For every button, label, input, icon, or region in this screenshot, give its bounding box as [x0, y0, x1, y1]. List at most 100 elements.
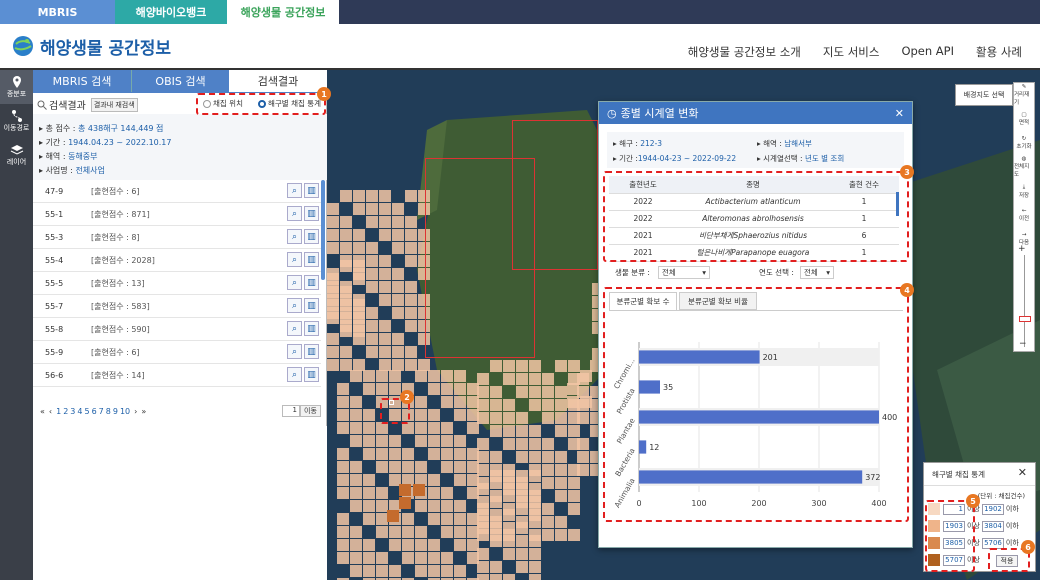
heat-cell[interactable]	[376, 448, 388, 460]
heat-cell[interactable]	[353, 325, 365, 337]
heat-cell[interactable]	[350, 370, 362, 382]
heat-cell[interactable]	[337, 396, 349, 408]
heat-cell[interactable]	[379, 346, 391, 358]
heat-cell[interactable]	[441, 500, 453, 512]
heat-cell[interactable]	[490, 561, 502, 573]
heat-cell[interactable]	[327, 216, 339, 228]
zoom-search-icon[interactable]: ⌕	[287, 321, 302, 336]
zoom-search-icon[interactable]: ⌕	[287, 367, 302, 382]
heat-cell[interactable]	[580, 370, 592, 382]
heat-cell[interactable]	[327, 203, 339, 215]
full-map-button[interactable]: ◍ 전체지도	[1014, 155, 1034, 179]
heat-cell[interactable]	[402, 513, 414, 525]
heat-cell[interactable]	[363, 513, 375, 525]
heat-cell[interactable]	[428, 370, 440, 382]
heat-cell[interactable]	[379, 268, 391, 280]
page-5[interactable]: 5	[84, 407, 89, 416]
heat-cell[interactable]	[405, 190, 417, 202]
heat-cell[interactable]	[415, 370, 427, 382]
heat-cell-high[interactable]	[413, 484, 425, 496]
heat-cell[interactable]	[555, 386, 567, 398]
heat-cell[interactable]	[477, 483, 489, 495]
page-6[interactable]: 6	[92, 407, 97, 416]
heat-cell[interactable]	[454, 539, 466, 551]
heat-cell[interactable]	[454, 448, 466, 460]
heat-cell[interactable]	[542, 529, 554, 541]
heat-cell[interactable]	[503, 535, 515, 547]
page-10[interactable]: 10	[120, 407, 130, 416]
heat-cell[interactable]	[350, 539, 362, 551]
zoom-slider-handle[interactable]	[1019, 316, 1031, 322]
heat-cell[interactable]	[568, 503, 580, 515]
heat-cell[interactable]	[337, 552, 349, 564]
heat-cell[interactable]	[405, 255, 417, 267]
heat-cell[interactable]	[454, 409, 466, 421]
heat-cell[interactable]	[454, 461, 466, 473]
heat-cell[interactable]	[577, 451, 589, 463]
heat-cell[interactable]	[340, 229, 352, 241]
heat-cell[interactable]	[577, 464, 589, 476]
heat-cell[interactable]	[337, 461, 349, 473]
heat-cell[interactable]	[477, 522, 489, 534]
zoom-in-button[interactable]: +	[1018, 244, 1026, 254]
heat-cell[interactable]	[503, 373, 515, 385]
heat-cell[interactable]	[389, 383, 401, 395]
heat-cell[interactable]	[555, 477, 567, 489]
heat-cell[interactable]	[415, 422, 427, 434]
heat-cell[interactable]	[441, 552, 453, 564]
heat-cell[interactable]	[405, 294, 417, 306]
heat-cell[interactable]	[405, 346, 417, 358]
heat-cell[interactable]	[379, 229, 391, 241]
heat-cell[interactable]	[350, 565, 362, 577]
heat-cell[interactable]	[337, 487, 349, 499]
basemap-select-button[interactable]: 배경지도 선택	[955, 84, 1013, 106]
measure-distance-button[interactable]: ✎ 거리재기	[1014, 83, 1034, 107]
heat-cell[interactable]	[327, 286, 339, 298]
heat-cell[interactable]	[379, 255, 391, 267]
heat-cell[interactable]	[580, 396, 592, 408]
result-row[interactable]: 55-1 [출현점수 : 871] ⌕ ▥	[33, 203, 321, 226]
heat-cell[interactable]	[392, 333, 404, 345]
heat-cell[interactable]	[503, 412, 515, 424]
heat-cell[interactable]	[405, 307, 417, 319]
heat-cell[interactable]	[402, 552, 414, 564]
heat-cell[interactable]	[366, 333, 378, 345]
heat-cell[interactable]	[366, 346, 378, 358]
heat-cell[interactable]	[392, 203, 404, 215]
heat-cell[interactable]	[353, 203, 365, 215]
heat-cell[interactable]	[477, 561, 489, 573]
heat-cell[interactable]	[389, 526, 401, 538]
heat-cell[interactable]	[379, 281, 391, 293]
legend-max-input[interactable]: 1902	[981, 503, 1004, 515]
heat-cell[interactable]	[340, 312, 352, 324]
measure-area-button[interactable]: ▢ 면적	[1014, 107, 1034, 131]
heat-cell[interactable]	[340, 260, 352, 272]
heat-cell[interactable]	[441, 383, 453, 395]
nav-intro[interactable]: 해양생물 공간정보 소개	[688, 44, 801, 60]
heat-cell[interactable]	[503, 360, 515, 372]
heat-cell[interactable]	[389, 435, 401, 447]
heat-cell[interactable]	[366, 203, 378, 215]
heat-cell[interactable]	[490, 425, 502, 437]
zoom-out-button[interactable]: −	[1019, 339, 1027, 349]
heat-cell[interactable]	[516, 386, 528, 398]
refine-search-button[interactable]: 결과내 재검색	[90, 97, 138, 112]
result-row[interactable]: 55-4 [출현점수 : 2028] ⌕ ▥	[33, 249, 321, 272]
heat-cell[interactable]	[477, 509, 489, 521]
heat-cell[interactable]	[327, 346, 339, 358]
tab-obis-search[interactable]: OBIS 검색	[131, 70, 229, 92]
heat-cell[interactable]	[477, 451, 489, 463]
page-last[interactable]: »	[141, 407, 146, 416]
heat-cell[interactable]	[555, 516, 567, 528]
legend-max-input[interactable]: 3804	[981, 520, 1004, 532]
heat-cell[interactable]	[428, 474, 440, 486]
heat-cell[interactable]	[542, 477, 554, 489]
heat-cell[interactable]	[363, 565, 375, 577]
heat-cell[interactable]	[542, 503, 554, 515]
heat-cell[interactable]	[340, 286, 352, 298]
heat-cell[interactable]	[376, 435, 388, 447]
heat-cell[interactable]	[337, 474, 349, 486]
heat-cell[interactable]	[454, 370, 466, 382]
heat-cell[interactable]	[567, 396, 579, 408]
heat-cell[interactable]	[405, 281, 417, 293]
